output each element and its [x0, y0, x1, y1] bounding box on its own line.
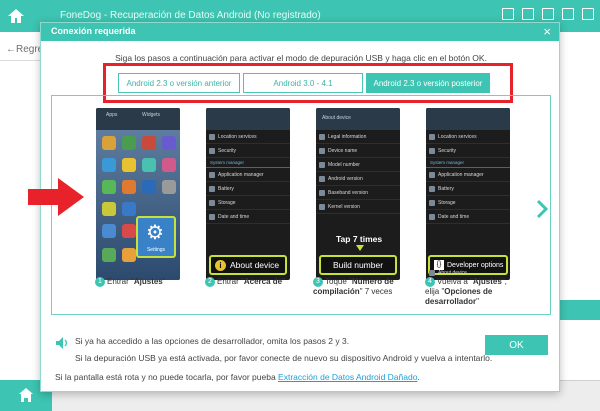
phone-tab-bar: [206, 108, 290, 130]
phone-row: Security: [426, 144, 510, 158]
app-icon: [162, 136, 176, 150]
divider: [0, 60, 45, 61]
step-3-label: 3 Toque "Número de compilación" 7 veces: [313, 277, 394, 296]
build-number-callout: Build number: [319, 255, 397, 275]
step-4-label: 4 Vuelva a "Ajustes", elija "Opciones de …: [425, 277, 507, 306]
background-button[interactable]: [558, 300, 600, 320]
app-icon: [122, 180, 136, 194]
instruction-text: Siga los pasos a continuación para activ…: [115, 53, 487, 63]
tap-instruction: Tap 7 times: [336, 234, 383, 244]
wifi-icon[interactable]: [502, 8, 514, 20]
app-icon: [122, 248, 136, 262]
app-icon: [122, 202, 136, 216]
notes-text: Si ya ha accedido a las opciones de desa…: [75, 333, 492, 367]
phone-row: Battery: [426, 182, 510, 196]
phone-row: Date and time: [206, 210, 290, 224]
app-icon: [102, 180, 116, 194]
app-icon: [102, 248, 116, 262]
close-window-icon[interactable]: [582, 8, 594, 20]
dialog-title: Conexión requerida: [51, 26, 136, 36]
app-icon: [142, 180, 156, 194]
step-number: 1: [95, 277, 105, 287]
feedback-icon[interactable]: [522, 8, 534, 20]
footer-text: Si la pantalla está rota y no puede toca…: [55, 372, 420, 382]
phone-header: About device: [322, 115, 351, 121]
phone-row: Legal information: [316, 130, 400, 144]
phone-screen-settings-dev: Location services Security System manage…: [426, 108, 510, 280]
back-link[interactable]: ←Regre: [6, 44, 43, 55]
app-icon: [122, 158, 136, 172]
phone-row: Android version: [316, 172, 400, 186]
app-icon: [102, 224, 116, 238]
red-arrow-icon: [28, 178, 84, 216]
app-icon: [162, 158, 176, 172]
phone-row: Date and time: [426, 210, 510, 224]
app-icon: [142, 136, 156, 150]
phone-section: System manager: [206, 158, 290, 168]
speaker-icon: [56, 337, 68, 349]
broken-data-extraction-link[interactable]: Extracción de Datos Android Dañado: [278, 372, 417, 382]
ok-button[interactable]: OK: [485, 335, 548, 355]
phone-screen-settings: Location services Security System manage…: [206, 108, 290, 280]
phone-tab-apps: Apps: [106, 112, 118, 118]
dialog-header: Conexión requerida ×: [41, 23, 559, 41]
step-number: 4: [425, 277, 435, 287]
gear-icon: ⚙: [146, 222, 164, 244]
phone-row: Model number: [316, 158, 400, 172]
home-icon[interactable]: [6, 6, 26, 26]
close-icon[interactable]: ×: [543, 23, 551, 41]
phone-screen-about-device: About device Legal information Device na…: [316, 108, 400, 280]
settings-app-tile: ⚙ Settings: [136, 216, 176, 258]
app-icon: [142, 158, 156, 172]
app-icon: [122, 136, 136, 150]
app-icon: [102, 202, 116, 216]
step-1-label: 1 Entrar "Ajustes": [95, 277, 166, 287]
callout-label: Build number: [332, 260, 384, 270]
callout-label: About device: [230, 260, 280, 270]
app-icon: [102, 136, 116, 150]
settings-label: Settings: [146, 247, 166, 253]
phone-tab-widgets: Widgets: [142, 112, 161, 118]
phone-row: Storage: [206, 196, 290, 210]
phone-section: System manager: [426, 158, 510, 168]
phone-row: Device name: [316, 144, 400, 158]
step-2-label: 2 Entrar "Acerca de": [205, 277, 285, 287]
app-icon: [102, 158, 116, 172]
minimize-icon[interactable]: [562, 8, 574, 20]
app-icon: [122, 224, 136, 238]
app-icon: [162, 180, 176, 194]
info-icon: i: [215, 259, 226, 271]
phone-row: Battery: [206, 182, 290, 196]
phone-row: Application manager: [426, 168, 510, 182]
phone-row: Security: [206, 144, 290, 158]
phone-tab-bar: [426, 108, 510, 130]
phone-row: Location services: [426, 130, 510, 144]
down-arrow-icon: [356, 245, 364, 251]
app-title: FoneDog - Recuperación de Datos Android …: [60, 10, 321, 21]
phone-header-bar: About device: [316, 108, 400, 130]
phone-tab-bar: Apps Widgets: [96, 108, 180, 130]
step-number: 2: [205, 277, 215, 287]
next-arrow-icon[interactable]: [535, 199, 549, 219]
phone-row: Storage: [426, 196, 510, 210]
note-line: Si ya ha accedido a las opciones de desa…: [75, 336, 350, 346]
menu-icon[interactable]: [542, 8, 554, 20]
phone-row: Baseband version: [316, 186, 400, 200]
phone-row: Application manager: [206, 168, 290, 182]
note-line: Si la depuración USB ya está activada, p…: [75, 353, 493, 363]
about-device-callout: i About device: [209, 255, 287, 275]
phone-row: Location services: [206, 130, 290, 144]
phone-row: Kernel version: [316, 200, 400, 214]
step-number: 3: [313, 277, 323, 287]
phone-screen-apps: Apps Widgets ⚙ Settings: [96, 108, 180, 280]
